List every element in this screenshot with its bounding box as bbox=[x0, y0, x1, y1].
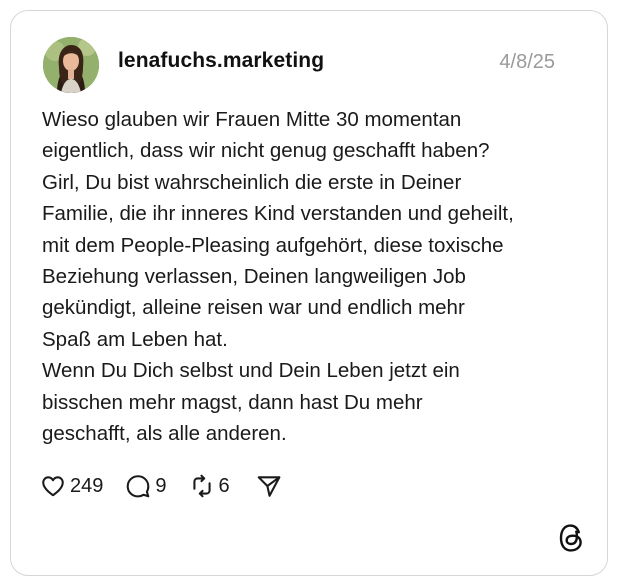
post-card: lenafuchs.marketing 4/8/25 Wieso glauben… bbox=[10, 10, 608, 576]
post-text-line: Beziehung verlassen, Deinen langweiligen… bbox=[42, 265, 466, 289]
heart-icon bbox=[42, 476, 64, 497]
avatar[interactable] bbox=[43, 37, 99, 93]
post-text-line: Wieso glauben wir Frauen Mitte 30 moment… bbox=[42, 108, 462, 131]
threads-logo-icon bbox=[558, 523, 584, 553]
repost-button[interactable]: 6 bbox=[189, 473, 230, 499]
post-text-line: bisschen mehr magst, dann hast Du mehr bbox=[42, 390, 423, 414]
comment-bubble-icon bbox=[127, 475, 150, 498]
post-text-line: gekündigt, alleine reisen war und endlic… bbox=[42, 296, 465, 320]
post-text-line: mit dem People-Pleasing aufgehört, diese… bbox=[42, 233, 504, 257]
post-date: 4/8/25 bbox=[499, 51, 555, 73]
post-text: Wieso glauben wir Frauen Mitte 30 moment… bbox=[42, 104, 582, 449]
post-text-line: eigentlich, dass wir nicht genug geschaf… bbox=[42, 139, 490, 163]
repost-icon bbox=[192, 474, 211, 498]
post-text-line: Wenn Du Dich selbst und Dein Leben jetzt… bbox=[42, 359, 460, 383]
repost-count: 6 bbox=[218, 474, 230, 497]
action-bar: 249 9 6 bbox=[40, 471, 282, 501]
comment-count: 9 bbox=[155, 474, 167, 497]
username[interactable]: lenafuchs.marketing bbox=[118, 49, 324, 73]
post-text-line: Spaß am Leben hat. bbox=[42, 327, 228, 351]
post-text-line: geschafft, als alle anderen. bbox=[42, 422, 287, 446]
comment-button[interactable]: 9 bbox=[125, 473, 167, 499]
send-icon bbox=[257, 476, 280, 497]
avatar-image bbox=[43, 37, 99, 93]
post-text-line: Familie, die ihr inneres Kind verstanden… bbox=[42, 202, 514, 226]
like-count: 249 bbox=[70, 474, 104, 497]
post-text-line: Girl, Du bist wahrscheinlich die erste i… bbox=[42, 170, 462, 194]
like-button[interactable]: 249 bbox=[40, 473, 103, 499]
share-button[interactable] bbox=[256, 473, 282, 499]
